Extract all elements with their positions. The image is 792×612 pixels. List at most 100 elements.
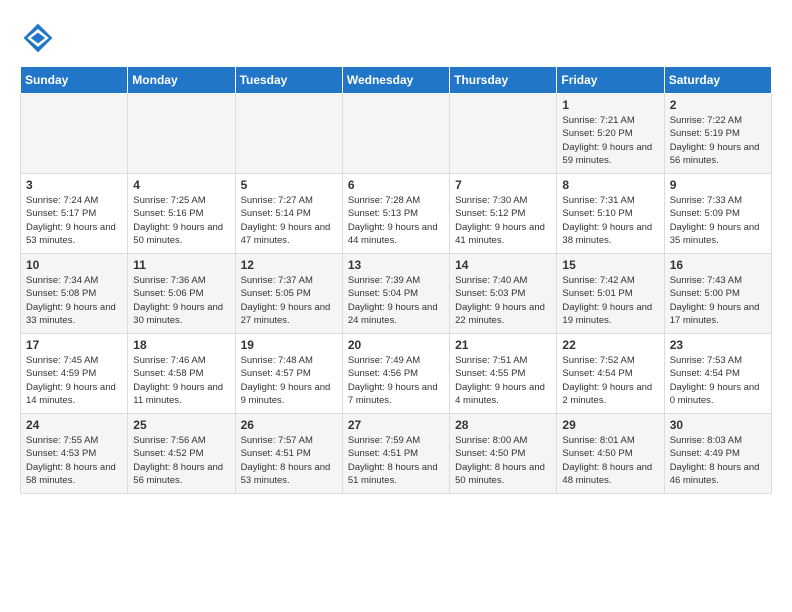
day-info: Sunrise: 7:31 AM Sunset: 5:10 PM Dayligh… — [562, 194, 658, 247]
calendar-cell: 5Sunrise: 7:27 AM Sunset: 5:14 PM Daylig… — [235, 174, 342, 254]
calendar-cell: 7 Sunrise: 7:30 AM Sunset: 5:12 PM Daylig… — [450, 174, 557, 254]
weekday-header-friday: Friday — [557, 67, 664, 94]
calendar-week-4: 17 Sunrise: 7:45 AM Sunset: 4:59 PM Dayli… — [21, 334, 772, 414]
calendar-cell: 27 Sunrise: 7:59 AM Sunset: 4:51 PM Dayli… — [342, 414, 449, 494]
calendar-cell: 15Sunrise: 7:42 AM Sunset: 5:01 PM Dayli… — [557, 254, 664, 334]
day-info: Sunrise: 7:27 AM Sunset: 5:14 PM Dayligh… — [241, 194, 337, 247]
calendar-week-2: 3 Sunrise: 7:24 AM Sunset: 5:17 PM Daylig… — [21, 174, 772, 254]
day-info: Sunrise: 7:24 AM Sunset: 5:17 PM Dayligh… — [26, 194, 122, 247]
day-info: Sunrise: 8:00 AM Sunset: 4:50 PM Dayligh… — [455, 434, 551, 487]
calendar-week-5: 24 Sunrise: 7:55 AM Sunset: 4:53 PM Dayli… — [21, 414, 772, 494]
weekday-header-saturday: Saturday — [664, 67, 771, 94]
day-info: Sunrise: 7:52 AM Sunset: 4:54 PM Dayligh… — [562, 354, 658, 407]
calendar-cell: 9 Sunrise: 7:33 AM Sunset: 5:09 PM Daylig… — [664, 174, 771, 254]
day-number: 27 — [348, 418, 444, 432]
day-number: 29 — [562, 418, 658, 432]
day-number: 4 — [133, 178, 229, 192]
day-number: 28 — [455, 418, 551, 432]
weekday-header-row: SundayMondayTuesdayWednesdayThursdayFrid… — [21, 67, 772, 94]
day-info: Sunrise: 8:03 AM Sunset: 4:49 PM Dayligh… — [670, 434, 766, 487]
calendar-cell — [235, 94, 342, 174]
logo-icon — [20, 20, 56, 56]
day-info: Sunrise: 7:59 AM Sunset: 4:51 PM Dayligh… — [348, 434, 444, 487]
day-info: Sunrise: 7:51 AM Sunset: 4:55 PM Dayligh… — [455, 354, 551, 407]
day-info: Sunrise: 7:21 AM Sunset: 5:20 PM Dayligh… — [562, 114, 658, 167]
day-info: Sunrise: 7:36 AM Sunset: 5:06 PM Dayligh… — [133, 274, 229, 327]
calendar-cell: 10 Sunrise: 7:34 AM Sunset: 5:08 PM Dayli… — [21, 254, 128, 334]
day-number: 18 — [133, 338, 229, 352]
day-info: Sunrise: 7:56 AM Sunset: 4:52 PM Dayligh… — [133, 434, 229, 487]
calendar-cell: 8Sunrise: 7:31 AM Sunset: 5:10 PM Daylig… — [557, 174, 664, 254]
header — [20, 20, 772, 56]
calendar-cell: 21 Sunrise: 7:51 AM Sunset: 4:55 PM Dayli… — [450, 334, 557, 414]
calendar-week-3: 10 Sunrise: 7:34 AM Sunset: 5:08 PM Dayli… — [21, 254, 772, 334]
day-number: 25 — [133, 418, 229, 432]
day-number: 23 — [670, 338, 766, 352]
day-info: Sunrise: 8:01 AM Sunset: 4:50 PM Dayligh… — [562, 434, 658, 487]
day-info: Sunrise: 7:46 AM Sunset: 4:58 PM Dayligh… — [133, 354, 229, 407]
day-number: 13 — [348, 258, 444, 272]
day-info: Sunrise: 7:30 AM Sunset: 5:12 PM Dayligh… — [455, 194, 551, 247]
calendar-cell: 12Sunrise: 7:37 AM Sunset: 5:05 PM Dayli… — [235, 254, 342, 334]
day-number: 17 — [26, 338, 122, 352]
day-info: Sunrise: 7:22 AM Sunset: 5:19 PM Dayligh… — [670, 114, 766, 167]
day-number: 3 — [26, 178, 122, 192]
calendar-cell: 30 Sunrise: 8:03 AM Sunset: 4:49 PM Dayli… — [664, 414, 771, 494]
day-info: Sunrise: 7:49 AM Sunset: 4:56 PM Dayligh… — [348, 354, 444, 407]
day-info: Sunrise: 7:53 AM Sunset: 4:54 PM Dayligh… — [670, 354, 766, 407]
day-info: Sunrise: 7:55 AM Sunset: 4:53 PM Dayligh… — [26, 434, 122, 487]
day-info: Sunrise: 7:39 AM Sunset: 5:04 PM Dayligh… — [348, 274, 444, 327]
day-number: 10 — [26, 258, 122, 272]
day-number: 15 — [562, 258, 658, 272]
calendar-cell: 24 Sunrise: 7:55 AM Sunset: 4:53 PM Dayli… — [21, 414, 128, 494]
day-info: Sunrise: 7:45 AM Sunset: 4:59 PM Dayligh… — [26, 354, 122, 407]
day-info: Sunrise: 7:28 AM Sunset: 5:13 PM Dayligh… — [348, 194, 444, 247]
calendar-cell: 11 Sunrise: 7:36 AM Sunset: 5:06 PM Dayli… — [128, 254, 235, 334]
day-number: 6 — [348, 178, 444, 192]
calendar-cell: 19 Sunrise: 7:48 AM Sunset: 4:57 PM Dayli… — [235, 334, 342, 414]
day-number: 26 — [241, 418, 337, 432]
calendar-week-1: 1 Sunrise: 7:21 AM Sunset: 5:20 PM Daylig… — [21, 94, 772, 174]
day-number: 2 — [670, 98, 766, 112]
calendar-cell — [21, 94, 128, 174]
calendar-cell: 2 Sunrise: 7:22 AM Sunset: 5:19 PM Daylig… — [664, 94, 771, 174]
day-info: Sunrise: 7:33 AM Sunset: 5:09 PM Dayligh… — [670, 194, 766, 247]
calendar-cell: 23 Sunrise: 7:53 AM Sunset: 4:54 PM Dayli… — [664, 334, 771, 414]
calendar-cell: 20Sunrise: 7:49 AM Sunset: 4:56 PM Dayli… — [342, 334, 449, 414]
day-info: Sunrise: 7:43 AM Sunset: 5:00 PM Dayligh… — [670, 274, 766, 327]
calendar-cell: 13 Sunrise: 7:39 AM Sunset: 5:04 PM Dayli… — [342, 254, 449, 334]
day-number: 24 — [26, 418, 122, 432]
calendar-cell: 22 Sunrise: 7:52 AM Sunset: 4:54 PM Dayli… — [557, 334, 664, 414]
day-number: 30 — [670, 418, 766, 432]
calendar-cell: 14Sunrise: 7:40 AM Sunset: 5:03 PM Dayli… — [450, 254, 557, 334]
day-number: 11 — [133, 258, 229, 272]
page: SundayMondayTuesdayWednesdayThursdayFrid… — [0, 0, 792, 514]
calendar-cell: 6 Sunrise: 7:28 AM Sunset: 5:13 PM Daylig… — [342, 174, 449, 254]
day-info: Sunrise: 7:34 AM Sunset: 5:08 PM Dayligh… — [26, 274, 122, 327]
calendar-cell: 18 Sunrise: 7:46 AM Sunset: 4:58 PM Dayli… — [128, 334, 235, 414]
calendar-cell: 1 Sunrise: 7:21 AM Sunset: 5:20 PM Daylig… — [557, 94, 664, 174]
day-number: 21 — [455, 338, 551, 352]
logo — [20, 20, 60, 56]
day-number: 12 — [241, 258, 337, 272]
calendar-cell: 16Sunrise: 7:43 AM Sunset: 5:00 PM Dayli… — [664, 254, 771, 334]
calendar-cell — [342, 94, 449, 174]
calendar-cell — [450, 94, 557, 174]
weekday-header-wednesday: Wednesday — [342, 67, 449, 94]
weekday-header-thursday: Thursday — [450, 67, 557, 94]
calendar-cell — [128, 94, 235, 174]
weekday-header-monday: Monday — [128, 67, 235, 94]
day-number: 19 — [241, 338, 337, 352]
day-number: 9 — [670, 178, 766, 192]
calendar-cell: 4 Sunrise: 7:25 AM Sunset: 5:16 PM Daylig… — [128, 174, 235, 254]
weekday-header-sunday: Sunday — [21, 67, 128, 94]
day-number: 22 — [562, 338, 658, 352]
calendar-cell: 28 Sunrise: 8:00 AM Sunset: 4:50 PM Dayli… — [450, 414, 557, 494]
day-number: 1 — [562, 98, 658, 112]
day-number: 7 — [455, 178, 551, 192]
day-info: Sunrise: 7:48 AM Sunset: 4:57 PM Dayligh… — [241, 354, 337, 407]
calendar-cell: 25 Sunrise: 7:56 AM Sunset: 4:52 PM Dayli… — [128, 414, 235, 494]
day-info: Sunrise: 7:25 AM Sunset: 5:16 PM Dayligh… — [133, 194, 229, 247]
calendar-cell: 26Sunrise: 7:57 AM Sunset: 4:51 PM Dayli… — [235, 414, 342, 494]
day-info: Sunrise: 7:40 AM Sunset: 5:03 PM Dayligh… — [455, 274, 551, 327]
